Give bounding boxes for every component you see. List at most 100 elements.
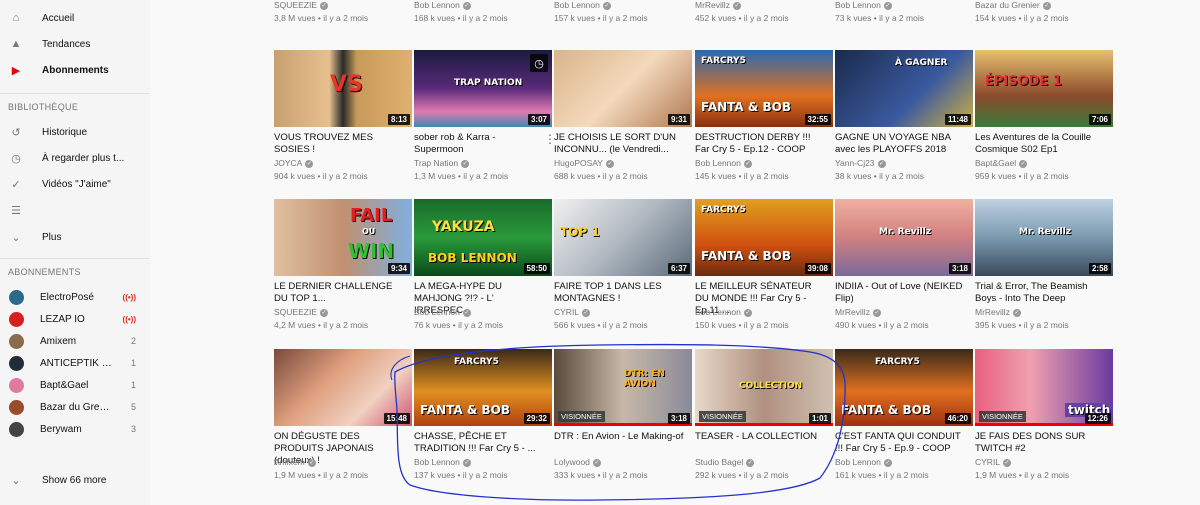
video-card[interactable]: SQUEEZIE ✓ 3,8 M vues • il y a 2 mois	[274, 0, 412, 30]
video-title[interactable]: VOUS TROUVEZ MES SOSIES !	[274, 132, 404, 156]
video-card[interactable]: Bazar du Grenier ✓ 154 k vues • il y a 2 m…	[975, 0, 1113, 30]
channel-name[interactable]: Bob Lennon ✓	[554, 0, 611, 10]
subscription-item[interactable]: ElectroPosé ((•))	[0, 286, 150, 308]
video-thumbnail[interactable]: TRAP NATION ◷ 3:07	[414, 50, 552, 127]
video-thumbnail[interactable]: FARCRY5 FANTA & BOB 32:55	[695, 50, 833, 127]
video-thumbnail[interactable]: 9:31	[554, 50, 692, 127]
video-title[interactable]: JE FAIS DES DONS SUR TWITCH #2	[975, 431, 1105, 455]
video-title[interactable]: Trial & Error, The Beamish Boys - Into T…	[975, 281, 1105, 305]
channel-name[interactable]: Bob Lennon ✓	[835, 0, 892, 10]
video-thumbnail[interactable]: twitch VISIONNÉE 12:26	[975, 349, 1113, 426]
video-card[interactable]: FARCRY5 FANTA & BOB 29:32 CHASSE, PÊCHE ET …	[414, 349, 552, 489]
sidebar-item-abonnements[interactable]: ▶ Abonnements	[0, 57, 150, 83]
video-title[interactable]: TEASER - LA COLLECTION	[695, 431, 825, 443]
subscription-item[interactable]: LEZAP IO ((•))	[0, 308, 150, 330]
video-card[interactable]: Bob Lennon ✓ 73 k vues • il y a 2 mois	[835, 0, 973, 30]
channel-name[interactable]: Yann-Cj23 ✓	[835, 158, 886, 168]
video-thumbnail[interactable]: FARCRY5 FANTA & BOB 39:08	[695, 199, 833, 276]
video-thumbnail[interactable]: TOP 1 6:37	[554, 199, 692, 276]
video-title[interactable]: FAIRE TOP 1 DANS LES MONTAGNES !	[554, 281, 684, 305]
video-title[interactable]: GAGNE UN VOYAGE NBA avec les PLAYOFFS 20…	[835, 132, 965, 156]
video-card[interactable]: 15:48 ON DÉGUSTE DES PRODUITS JAPONAIS (d…	[274, 349, 412, 489]
video-card[interactable]: TRAP NATION ◷ 3:07 sober rob & Karra - Supe…	[414, 50, 556, 190]
channel-name[interactable]: Bob Lennon ✓	[695, 307, 752, 317]
channel-name[interactable]: Amixem ✓	[274, 457, 316, 467]
video-card[interactable]: ÉPISODE 1 7:06 Les Aventures de la Couille…	[975, 50, 1113, 190]
sidebar-item-library-4[interactable]: ⌄ Plus	[0, 224, 150, 250]
video-thumbnail[interactable]: YAKUZA BOB LENNON 58:50	[414, 199, 552, 276]
channel-name[interactable]: HugoPOSAY ✓	[554, 158, 614, 168]
channel-name[interactable]: MrRevillz ✓	[975, 307, 1021, 317]
sidebar-item-tendances[interactable]: ▲ Tendances	[0, 31, 150, 57]
channel-name[interactable]: SQUEEZIE ✓	[274, 0, 328, 10]
video-card[interactable]: DTR: EN AVION VISIONNÉE 3:18 DTR : En Avion…	[554, 349, 692, 489]
channel-name[interactable]: Bazar du Grenier ✓	[975, 0, 1051, 10]
video-title[interactable]: DESTRUCTION DERBY !!! Far Cry 5 - Ep.12 …	[695, 132, 825, 156]
video-thumbnail[interactable]: VS 8:13	[274, 50, 412, 127]
channel-name[interactable]: Bob Lennon ✓	[835, 457, 892, 467]
video-title[interactable]: Les Aventures de la Couille Cosmique S02…	[975, 132, 1105, 156]
video-card[interactable]: Bob Lennon ✓ 157 k vues • il y a 2 mois	[554, 0, 692, 30]
video-card[interactable]: MrRevillz ✓ 452 k vues • il y a 2 mois	[695, 0, 833, 30]
channel-name[interactable]: Studio Bagel ✓	[695, 457, 755, 467]
video-title[interactable]: sober rob & Karra - Supermoon	[414, 132, 544, 156]
subscription-item[interactable]: Bazar du Grenier 5	[0, 396, 150, 418]
video-card[interactable]: twitch VISIONNÉE 12:26 JE FAIS DES DONS SUR…	[975, 349, 1113, 489]
video-thumbnail[interactable]: 15:48	[274, 349, 412, 426]
video-duration: 11:48	[944, 114, 971, 125]
video-title[interactable]: CHASSE, PÊCHE ET TRADITION !!! Far Cry 5…	[414, 431, 544, 455]
video-title[interactable]: C'EST FANTA QUI CONDUIT !!! Far Cry 5 - …	[835, 431, 965, 455]
video-card[interactable]: 9:31 JE CHOISIS LE SORT D'UN INCONNU... (…	[554, 50, 692, 190]
video-card[interactable]: Bob Lennon ✓ 168 k vues • il y a 2 mois	[414, 0, 552, 30]
video-card[interactable]: YAKUZA BOB LENNON 58:50 LA MEGA-HYPE DU MAH…	[414, 199, 552, 339]
video-thumbnail[interactable]: ÉPISODE 1 7:06	[975, 50, 1113, 127]
channel-name[interactable]: Bapt&Gael ✓	[975, 158, 1028, 168]
video-card[interactable]: Mr. Revillz 2:58 Trial & Error, The Beamis…	[975, 199, 1113, 339]
subscription-item[interactable]: ANTICEPTIK KA...1	[0, 352, 150, 374]
video-thumbnail[interactable]: COLLECTION VISIONNÉE 1:01	[695, 349, 833, 426]
channel-name[interactable]: Trap Nation ✓	[414, 158, 470, 168]
subscription-item[interactable]: Amixem 2	[0, 330, 150, 352]
show-more-button[interactable]: ⌄ Show 66 more	[0, 467, 150, 493]
video-card[interactable]: Mr. Revillz 3:18 INDIIA - Out of Love (NEI…	[835, 199, 973, 339]
video-title[interactable]: JE CHOISIS LE SORT D'UN INCONNU... (le V…	[554, 132, 684, 156]
video-thumbnail[interactable]: FARCRY5 FANTA & BOB 29:32	[414, 349, 552, 426]
video-title[interactable]: INDIIA - Out of Love (NEIKED Flip)	[835, 281, 965, 305]
channel-name[interactable]: MrRevillz ✓	[695, 0, 741, 10]
channel-name[interactable]: SQUEEZIE ✓	[274, 307, 328, 317]
sidebar-item-library-0[interactable]: ↺ Historique	[0, 119, 150, 145]
channel-name[interactable]: Bob Lennon ✓	[414, 0, 471, 10]
video-card[interactable]: TOP 1 6:37 FAIRE TOP 1 DANS LES MONTAGNES …	[554, 199, 692, 339]
video-card[interactable]: COLLECTION VISIONNÉE 1:01 TEASER - LA COLLE…	[695, 349, 833, 489]
video-thumbnail[interactable]: DTR: EN AVION VISIONNÉE 3:18	[554, 349, 692, 426]
video-title[interactable]: DTR : En Avion - Le Making-of	[554, 431, 684, 443]
video-thumbnail[interactable]: À GAGNER 11:48	[835, 50, 973, 127]
sidebar-item-library-2[interactable]: ✓ Vidéos "J'aime"	[0, 171, 150, 197]
channel-name[interactable]: CYRIL ✓	[975, 457, 1012, 467]
video-card[interactable]: VS 8:13 VOUS TROUVEZ MES SOSIES ! JOYCA ✓ 904…	[274, 50, 412, 190]
channel-name[interactable]: CYRIL ✓	[554, 307, 591, 317]
video-thumbnail[interactable]: FARCRY5 FANTA & BOB 46:20	[835, 349, 973, 426]
sidebar-item-library-1[interactable]: ◷ À regarder plus t...	[0, 145, 150, 171]
video-card[interactable]: FARCRY5 FANTA & BOB 46:20 C'EST FANTA QUI C…	[835, 349, 973, 489]
video-card[interactable]: FAIL OU WIN 9:34 LE DERNIER CHALLENGE DU TOP…	[274, 199, 412, 339]
subscription-item[interactable]: Bapt&Gael 1	[0, 374, 150, 396]
avatar	[9, 377, 24, 393]
video-thumbnail[interactable]: Mr. Revillz 2:58	[975, 199, 1113, 276]
video-card[interactable]: FARCRY5 FANTA & BOB 32:55 DESTRUCTION DERBY…	[695, 50, 833, 190]
sidebar-item-library-3[interactable]: ☰	[0, 197, 150, 223]
channel-name[interactable]: JOYCA ✓	[274, 158, 314, 168]
channel-name[interactable]: Lolywood ✓	[554, 457, 601, 467]
channel-name[interactable]: Bob Lennon ✓	[414, 457, 471, 467]
sidebar-item-accueil[interactable]: ⌂ Accueil	[0, 5, 150, 31]
video-thumbnail[interactable]: Mr. Revillz 3:18	[835, 199, 973, 276]
channel-name[interactable]: Bob Lennon ✓	[695, 158, 752, 168]
channel-name[interactable]: MrRevillz ✓	[835, 307, 881, 317]
video-card[interactable]: À GAGNER 11:48 GAGNE UN VOYAGE NBA avec le…	[835, 50, 973, 190]
watch-later-icon[interactable]: ◷	[530, 54, 548, 72]
video-title[interactable]: LE DERNIER CHALLENGE DU TOP 1...	[274, 281, 404, 305]
subscription-item[interactable]: Berywam 3	[0, 418, 150, 440]
video-thumbnail[interactable]: FAIL OU WIN 9:34	[274, 199, 412, 276]
channel-name[interactable]: Bob Lennon ✓	[414, 307, 471, 317]
video-card[interactable]: FARCRY5 FANTA & BOB 39:08 LE MEILLEUR SÉNAT…	[695, 199, 833, 339]
